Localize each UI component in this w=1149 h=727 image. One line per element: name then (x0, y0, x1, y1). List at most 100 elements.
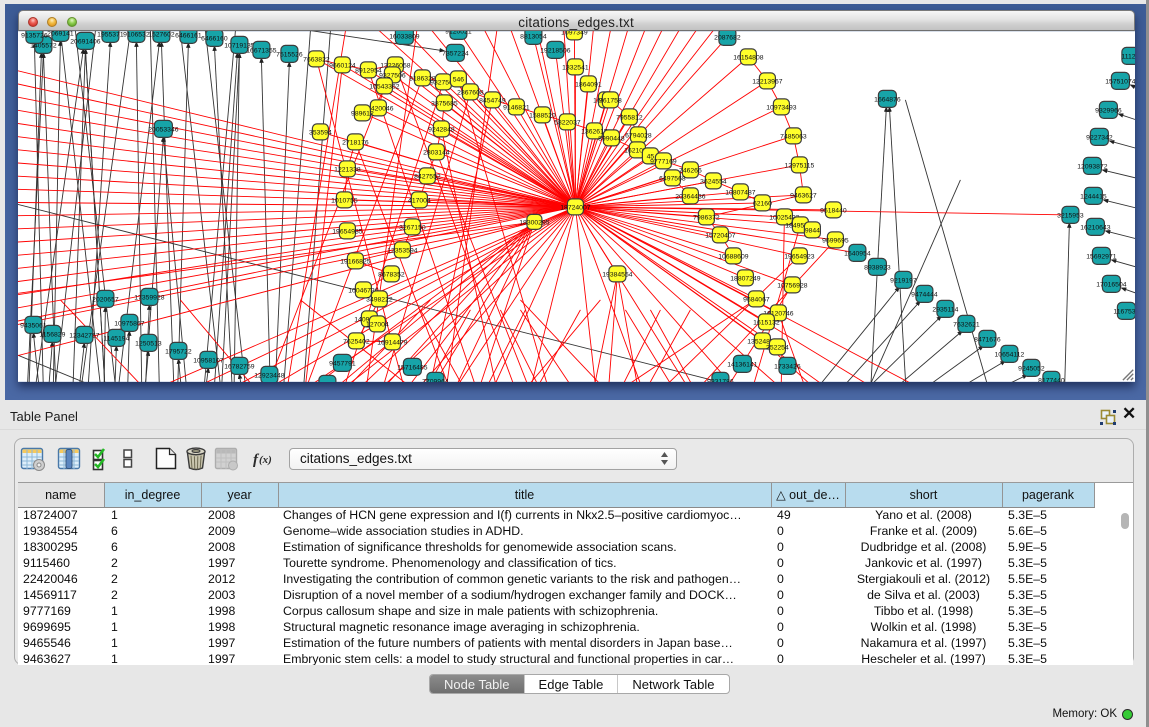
svg-text:1664876: 1664876 (874, 97, 901, 104)
svg-text:3875685: 3875685 (431, 101, 458, 108)
svg-text:12093872: 12093872 (1077, 164, 1107, 171)
svg-text:7986372: 7986372 (693, 215, 720, 222)
svg-text:12923448: 12923448 (254, 373, 284, 380)
svg-text:9146821: 9146821 (503, 105, 530, 112)
svg-text:16210643: 16210643 (1080, 225, 1110, 232)
svg-text:1250513: 1250513 (135, 341, 162, 348)
svg-text:2718176: 2718176 (342, 140, 369, 147)
svg-text:8454749: 8454749 (479, 98, 506, 105)
svg-text:19654923: 19654923 (784, 254, 814, 261)
svg-text:1097349: 1097349 (561, 31, 588, 36)
svg-text:7632621: 7632621 (953, 322, 980, 329)
svg-text:9435061: 9435061 (20, 323, 47, 330)
svg-text:1955371: 1955371 (97, 32, 124, 39)
svg-text:15716485: 15716485 (397, 365, 427, 372)
svg-text:2803144: 2803144 (423, 150, 450, 157)
svg-text:252254: 252254 (766, 345, 789, 352)
svg-text:7485063: 7485063 (780, 134, 807, 141)
svg-text:16543362: 16543362 (369, 84, 399, 91)
svg-text:9844: 9844 (804, 228, 819, 235)
svg-text:16154808: 16154808 (733, 55, 763, 62)
svg-text:9699695: 9699695 (822, 238, 849, 245)
svg-text:20053346: 20053346 (148, 127, 178, 134)
svg-text:10958107: 10958107 (193, 358, 223, 365)
svg-text:1795722: 1795722 (165, 349, 192, 356)
svg-text:1244415: 1244415 (1080, 194, 1107, 201)
svg-text:7357224: 7357224 (442, 51, 469, 58)
svg-text:1864091: 1864091 (575, 82, 602, 89)
svg-text:18807249: 18807249 (730, 276, 760, 283)
svg-text:1332541: 1332541 (562, 65, 589, 72)
svg-text:15751074: 15751074 (1105, 79, 1135, 86)
svg-text:14136141: 14136141 (727, 362, 757, 369)
svg-text:1221338: 1221338 (334, 167, 361, 174)
svg-text:6466160: 6466160 (201, 36, 228, 43)
svg-text:1733426: 1733426 (774, 364, 801, 371)
svg-text:62160: 62160 (753, 201, 772, 208)
svg-text:6794028: 6794028 (625, 133, 652, 140)
svg-text:2867608: 2867608 (457, 90, 484, 97)
svg-text:17359928: 17359928 (134, 295, 164, 302)
svg-text:9329966: 9329966 (1095, 108, 1122, 115)
svg-text:19218506: 19218506 (540, 48, 570, 55)
svg-text:1588520: 1588520 (529, 113, 556, 120)
svg-text:9245052: 9245052 (1018, 366, 1045, 373)
svg-text:7955812: 7955812 (616, 115, 643, 122)
svg-text:9684067: 9684067 (743, 297, 770, 304)
svg-text:746266: 746266 (679, 168, 702, 175)
svg-text:10807487: 10807487 (725, 190, 755, 197)
svg-text:3624554: 3624554 (700, 179, 727, 186)
svg-text:1640954: 1640954 (844, 251, 871, 258)
svg-text:9135726: 9135726 (21, 33, 48, 40)
svg-text:417004: 417004 (408, 198, 431, 205)
svg-text:9120021: 9120021 (445, 31, 472, 35)
svg-text:15692971: 15692971 (1086, 254, 1116, 261)
svg-text:2020657: 2020657 (92, 297, 119, 304)
svg-text:9331786: 9331786 (707, 379, 734, 383)
svg-text:16033809: 16033809 (389, 34, 419, 41)
svg-text:9660124: 9660124 (329, 63, 356, 70)
svg-text:15720407: 15720407 (705, 233, 735, 240)
svg-text:9219197: 9219197 (890, 278, 917, 285)
svg-text:7515526: 7515526 (276, 52, 303, 59)
svg-text:6466161: 6466161 (175, 33, 202, 40)
svg-text:8144023: 8144023 (314, 382, 341, 383)
svg-text:8177440: 8177440 (1038, 378, 1065, 383)
svg-text:10756928: 10756928 (777, 283, 807, 290)
svg-text:9518440: 9518440 (820, 208, 847, 215)
svg-text:1167533: 1167533 (1113, 309, 1135, 316)
svg-text:1010755: 1010755 (331, 198, 358, 205)
svg-text:20364436: 20364436 (675, 194, 705, 201)
svg-text:7625402: 7625402 (343, 339, 370, 346)
svg-text:7663822: 7663822 (303, 57, 330, 64)
svg-text:8912954: 8912954 (355, 68, 382, 75)
svg-text:8990448: 8990448 (598, 136, 625, 143)
svg-text:9227342: 9227342 (1086, 135, 1113, 142)
svg-text:12975115: 12975115 (784, 163, 814, 170)
svg-text:8678352: 8678352 (378, 272, 405, 279)
svg-text:7709964: 7709964 (422, 379, 449, 383)
svg-text:961758: 961758 (599, 98, 622, 105)
svg-text:1527602: 1527602 (148, 32, 175, 39)
svg-text:11123: 11123 (1121, 54, 1135, 61)
svg-text:546: 546 (452, 77, 464, 84)
svg-text:8471676: 8471676 (974, 337, 1001, 344)
svg-text:8427552: 8427552 (414, 174, 441, 181)
svg-text:10688609: 10688609 (718, 254, 748, 261)
svg-text:8813054: 8813054 (520, 34, 547, 41)
svg-text:10654112: 10654112 (994, 352, 1024, 359)
svg-text:12213967: 12213967 (752, 79, 782, 86)
svg-text:353594: 353594 (309, 130, 332, 137)
svg-text:2087682: 2087682 (714, 35, 741, 42)
svg-text:16671355: 16671355 (246, 48, 276, 55)
svg-text:19166825: 19166825 (340, 259, 370, 266)
svg-text:12353594: 12353594 (387, 248, 417, 255)
svg-text:1156829: 1156829 (39, 332, 65, 339)
svg-text:19384554: 19384554 (602, 272, 632, 279)
svg-text:16914479: 16914479 (377, 340, 407, 347)
svg-text:2935114: 2935114 (932, 307, 958, 314)
svg-text:(x): (x) (259, 454, 272, 466)
svg-text:9463627: 9463627 (790, 193, 817, 200)
svg-text:12342757: 12342757 (69, 333, 99, 340)
svg-text:9474444: 9474444 (911, 292, 938, 299)
